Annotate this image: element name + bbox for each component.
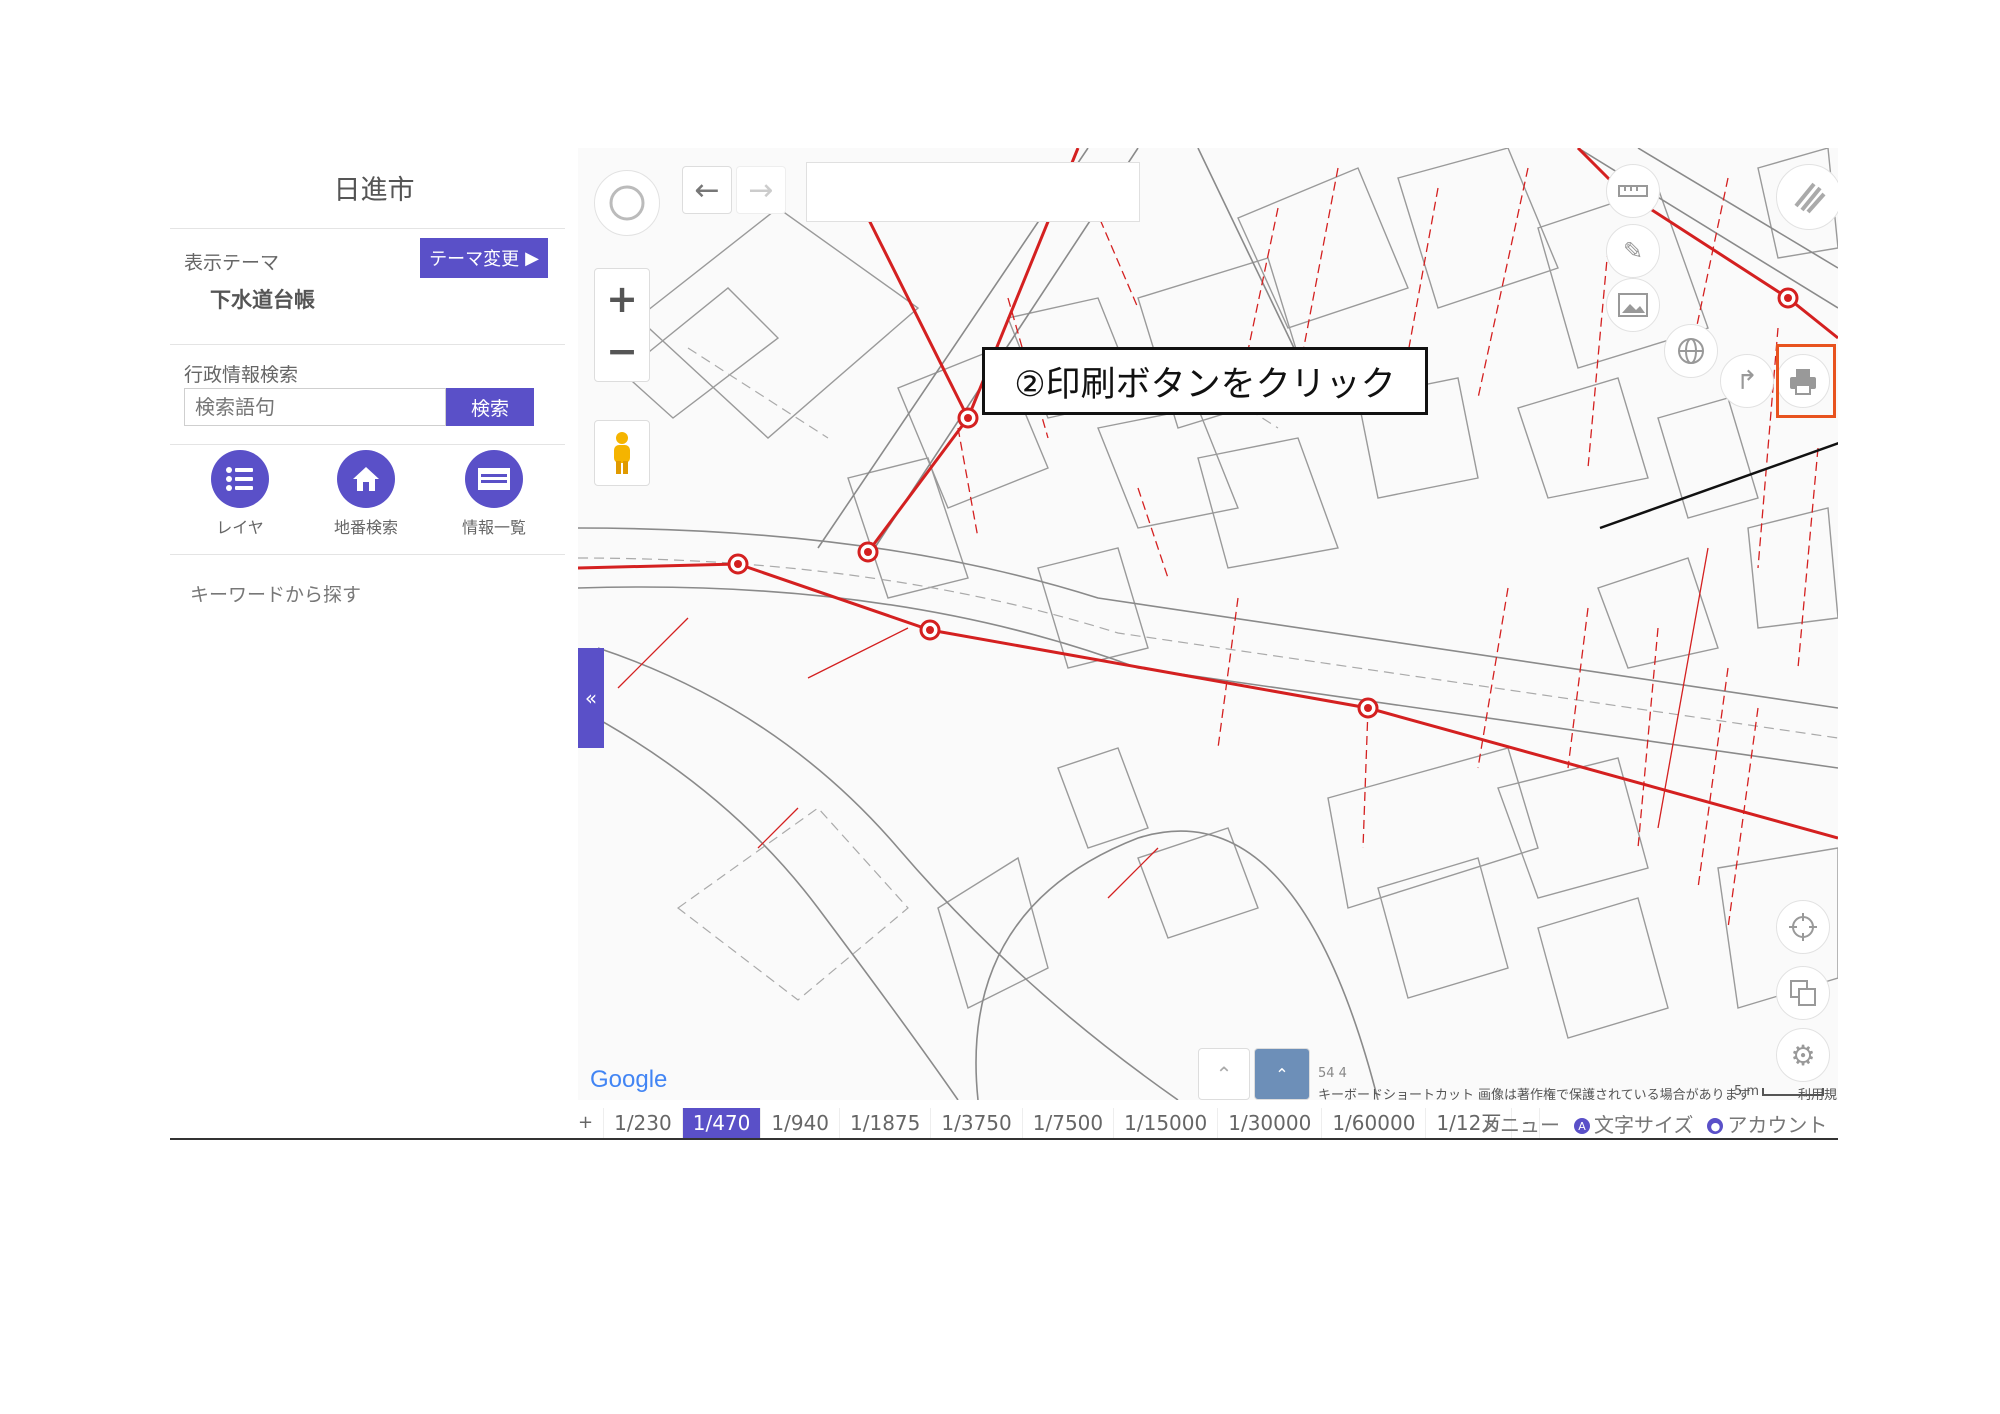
theme-label: 表示テーマ (184, 252, 280, 274)
sidebar: 日進市 表示テーマ テーマ変更 ▶ 下水道台帳 行政情報検索 ▽ 検索 レイヤ (170, 148, 578, 1100)
info-list-button[interactable]: 情報一覧 (444, 450, 544, 538)
scale-option-active[interactable]: 1/470 (682, 1108, 762, 1138)
play-arrow-icon: ▶ (525, 247, 539, 268)
copyright-notice: 画像は著作権で保護されている場合があります (1478, 1088, 1751, 1100)
footer-links: メニュー A 文字サイズ ● アカウント (1480, 1108, 1827, 1138)
imagery-thumbnail[interactable]: ⌃ (1254, 1048, 1310, 1100)
admin-search-label: 行政情報検索 (184, 364, 299, 386)
settings-button[interactable]: ⚙ (1776, 1028, 1830, 1082)
search-input[interactable] (185, 394, 446, 420)
arrow-left-icon: ← (694, 172, 720, 208)
pegman-icon (614, 432, 630, 474)
pin-icon: ⌃ (1215, 1062, 1233, 1086)
forward-button[interactable]: → (736, 166, 786, 214)
scale-option[interactable]: 1/940 (761, 1108, 841, 1138)
lot-search-button[interactable]: 地番検索 (316, 450, 416, 538)
zoom-out-button[interactable]: − (606, 325, 638, 377)
share-button[interactable]: ↱ (1720, 354, 1774, 408)
app-frame: 日進市 表示テーマ テーマ変更 ▶ 下水道台帳 行政情報検索 ▽ 検索 レイヤ (170, 148, 1838, 1134)
collapse-sidebar-button[interactable]: « (578, 648, 604, 748)
copy-icon (1790, 980, 1816, 1006)
zoom-in-button[interactable]: + (606, 273, 638, 325)
layer-toggle-button[interactable] (1776, 164, 1838, 230)
font-size-icon: A (1574, 1118, 1590, 1134)
pencil-icon: ✎ (1622, 237, 1644, 265)
scale-option[interactable]: 1/7500 (1023, 1108, 1115, 1138)
search-box: ▽ (184, 388, 458, 426)
gear-icon: ⚙ (1790, 1038, 1816, 1072)
scale-option[interactable]: 1/230 (604, 1108, 683, 1138)
pan-arrows-icon (609, 185, 645, 221)
draw-button[interactable]: ✎ (1606, 224, 1660, 278)
layer-button[interactable]: レイヤ (190, 450, 290, 538)
scale-selector: + 1/230 1/470 1/940 1/1875 1/3750 1/7500… (568, 1108, 1540, 1138)
divider (170, 344, 565, 345)
scale-option[interactable]: 1/3750 (931, 1108, 1023, 1138)
map-scale-label: 5 m (1734, 1084, 1760, 1099)
house-icon (337, 450, 395, 508)
back-button[interactable]: ← (682, 166, 732, 214)
layer-button-label: レイヤ (216, 518, 264, 537)
scale-zoom-in-button[interactable]: + (568, 1108, 605, 1138)
font-size-label: 文字サイズ (1594, 1112, 1694, 1137)
share-arrow-icon: ↱ (1736, 366, 1758, 396)
address-display (806, 162, 1140, 222)
theme-change-label: テーマ変更 (429, 249, 520, 269)
image-icon (1618, 293, 1648, 317)
ruler-icon (1618, 185, 1648, 197)
keyword-search-link[interactable]: キーワードから探す (190, 580, 361, 607)
user-icon: ● (1707, 1118, 1724, 1134)
pin-toggle[interactable]: ⌃ (1198, 1048, 1250, 1100)
arrow-right-icon: → (748, 172, 774, 208)
lot-search-label: 地番検索 (333, 518, 398, 537)
copy-button[interactable] (1776, 966, 1830, 1020)
crosshair-icon (1789, 913, 1817, 941)
instruction-callout: ②印刷ボタンをクリック (982, 347, 1428, 415)
map-canvas[interactable]: ← → + − « ✎ ↱ ⚙ Google ⌃ ⌃ 54 4 キーボードショー… (578, 148, 1838, 1100)
print-button-highlight (1776, 344, 1836, 418)
pan-control[interactable] (594, 170, 660, 236)
theme-change-button[interactable]: テーマ変更 ▶ (420, 238, 548, 278)
menu-link[interactable]: メニュー (1480, 1109, 1560, 1138)
measure-button[interactable] (1606, 164, 1660, 218)
street-view-pegman[interactable] (594, 420, 650, 486)
theme-name: 下水道台帳 (210, 288, 315, 312)
globe-button[interactable] (1664, 324, 1718, 378)
scale-option[interactable]: 1/30000 (1218, 1108, 1323, 1138)
font-size-link[interactable]: A 文字サイズ (1574, 1109, 1693, 1138)
keyboard-shortcuts-link[interactable]: キーボードショートカット (1318, 1084, 1474, 1100)
google-logo: Google (590, 1066, 667, 1094)
scale-option[interactable]: 1/15000 (1114, 1108, 1219, 1138)
search-button[interactable]: 検索 (446, 388, 534, 426)
scale-option[interactable]: 1/60000 (1322, 1108, 1427, 1138)
table-icon (465, 450, 523, 508)
double-chevron-left-icon: « (584, 686, 598, 710)
globe-icon (1678, 338, 1704, 364)
terms-link[interactable]: 利用規約 (1798, 1084, 1838, 1100)
chevron-up-icon: ⌃ (1275, 1064, 1289, 1084)
zoom-control: + − (594, 268, 650, 382)
bottom-border (170, 1138, 1838, 1140)
divider (170, 554, 565, 555)
city-title: 日進市 (333, 175, 415, 206)
list-icon (211, 450, 269, 508)
divider (170, 228, 565, 229)
account-link[interactable]: ● アカウント (1707, 1109, 1827, 1138)
google-logo-text: Google (590, 1066, 668, 1093)
divider (170, 444, 565, 445)
map-numbers: 54 4 (1318, 1066, 1347, 1081)
scale-option[interactable]: 1/1875 (840, 1108, 932, 1138)
image-button[interactable] (1606, 278, 1660, 332)
account-label: アカウント (1727, 1112, 1828, 1137)
stripes-icon (1794, 182, 1826, 214)
info-list-label: 情報一覧 (461, 518, 526, 537)
current-location-button[interactable] (1776, 900, 1830, 954)
